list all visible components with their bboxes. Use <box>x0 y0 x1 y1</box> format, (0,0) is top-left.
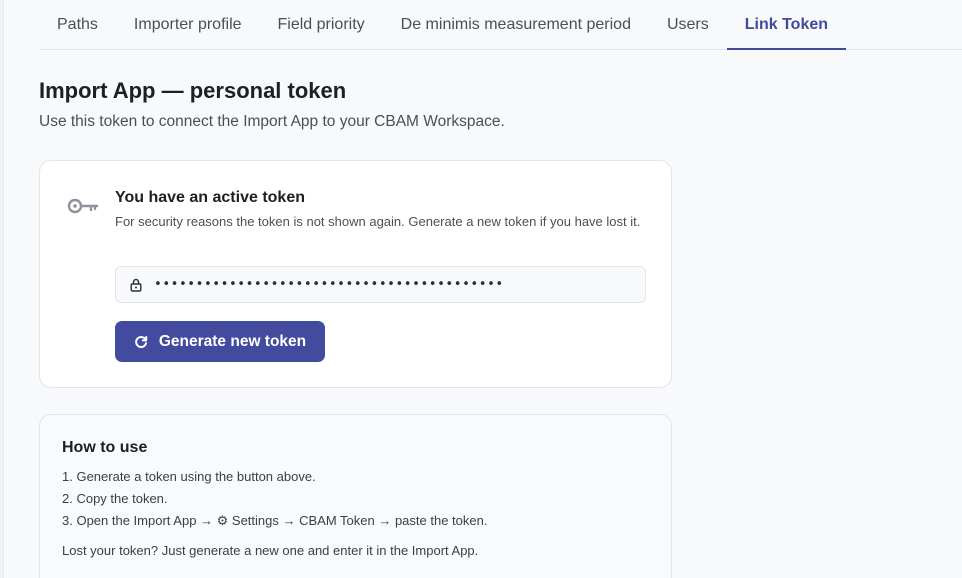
tab-label: Users <box>666 15 709 33</box>
list-item: 2. Copy the token. <box>62 491 168 506</box>
page: Paths Importer profile Field priority De… <box>0 0 962 578</box>
left-divider <box>0 0 4 578</box>
list-item: 1. Generate a token using the button abo… <box>62 469 316 484</box>
settings-tab-bar: Paths Importer profile Field priority De… <box>39 0 962 50</box>
key-icon <box>67 198 99 214</box>
token-status-description: For security reasons the token is not sh… <box>115 214 641 229</box>
active-token-card: You have an active token For security re… <box>39 160 672 388</box>
tab-label: Paths <box>57 15 98 33</box>
masked-token-field[interactable]: ••••••••••••••••••••••••••••••••••••••••… <box>115 266 646 303</box>
page-subtitle: Use this token to connect the Import App… <box>39 113 505 130</box>
refresh-icon <box>135 335 148 348</box>
tab-label: Link Token <box>744 15 829 33</box>
tab-importer-profile[interactable]: Importer profile <box>116 0 260 49</box>
lost-token-note: Lost your token? Just generate a new one… <box>62 543 479 558</box>
list-item: 3. Open the Import App → ⚙ Settings → CB… <box>62 513 488 528</box>
tab-de-minimis-measurement-period[interactable]: De minimis measurement period <box>383 0 649 49</box>
tab-label: De minimis measurement period <box>400 15 631 33</box>
tab-users[interactable]: Users <box>649 0 727 49</box>
tab-label: Field priority <box>277 15 365 33</box>
token-status-heading: You have an active token <box>115 189 305 206</box>
generate-new-token-label: Generate new token <box>158 332 307 350</box>
how-to-use-heading: How to use <box>62 439 148 456</box>
token-mask: ••••••••••••••••••••••••••••••••••••••••… <box>154 277 504 292</box>
lock-icon <box>130 278 142 292</box>
tab-label: Importer profile <box>133 15 242 33</box>
tab-paths[interactable]: Paths <box>39 0 116 49</box>
generate-new-token-button[interactable]: Generate new token <box>115 321 325 362</box>
tab-field-priority[interactable]: Field priority <box>260 0 383 49</box>
how-to-use-steps: 1. Generate a token using the button abo… <box>62 468 487 534</box>
page-title: Import App — personal token <box>39 78 347 103</box>
tab-link-token[interactable]: Link Token <box>726 0 847 50</box>
how-to-use-card: How to use 1. Generate a token using the… <box>39 414 672 578</box>
